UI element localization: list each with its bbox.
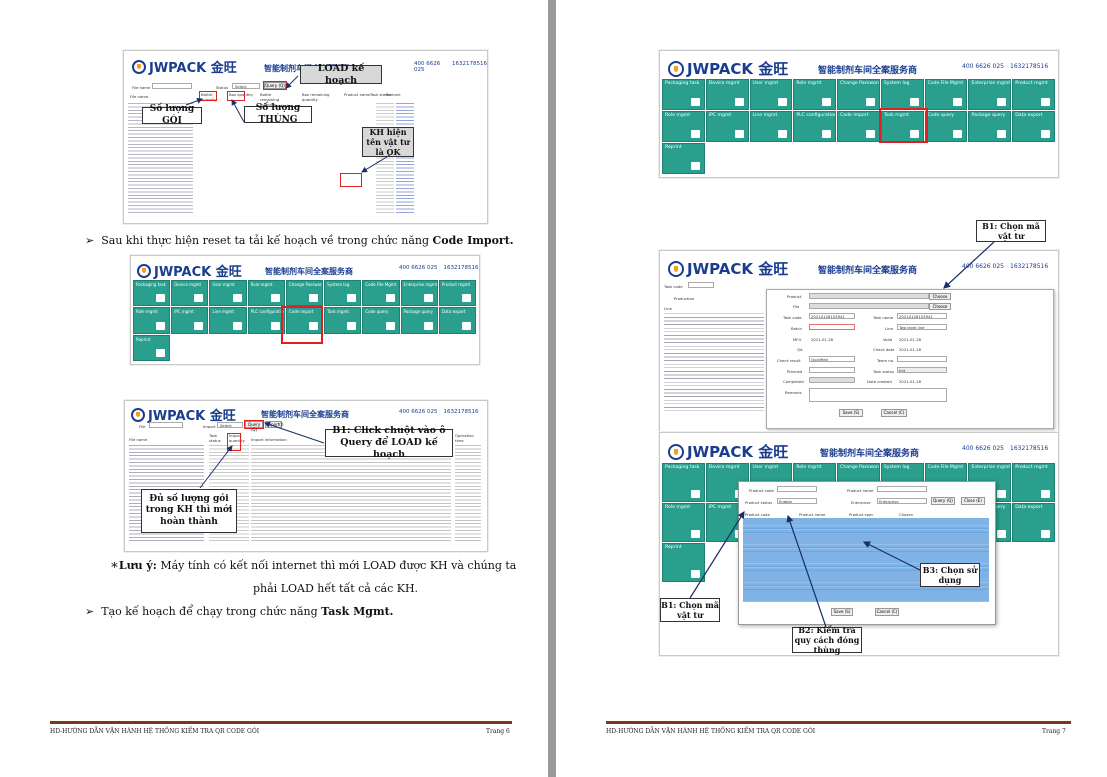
callout-arrows <box>689 241 995 628</box>
page6-callout-arrows <box>185 75 391 489</box>
footer-title: HD-HƯỚNG DẪN VẬN HÀNH HỆ THỐNG KIỂM TRA … <box>606 728 816 735</box>
page-number: Trang 7 <box>1042 728 1066 735</box>
document-page-7: JWPACK 金旺 智能制剂车间全案服务商 400 6626 025 163217… <box>556 0 1107 777</box>
footer-rule <box>606 721 1071 724</box>
